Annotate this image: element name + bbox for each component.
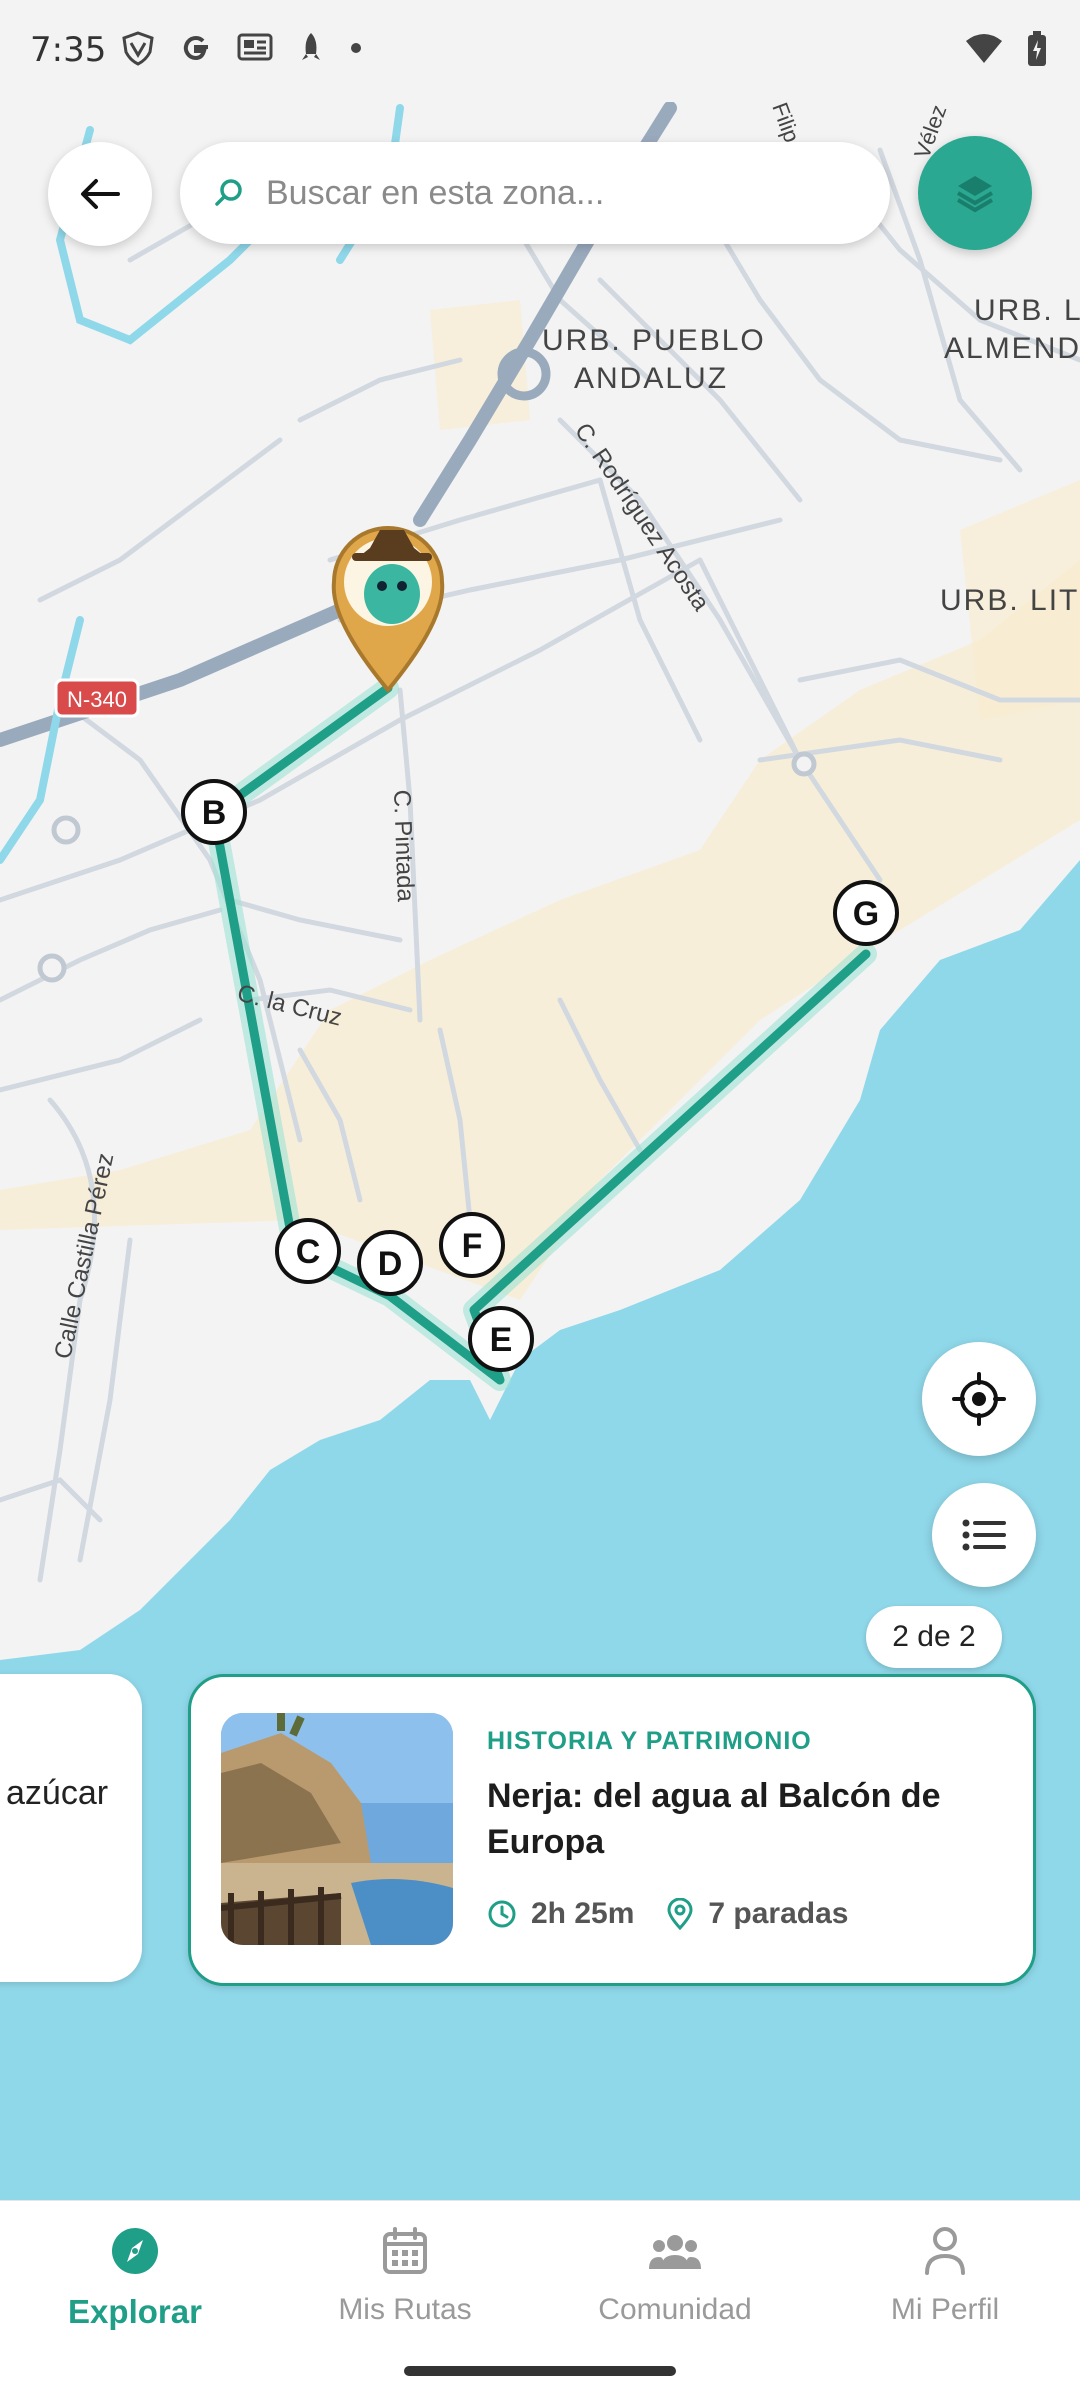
nav-explorar[interactable]: Explorar bbox=[0, 2221, 270, 2351]
stop-marker-g[interactable]: G bbox=[833, 880, 899, 946]
nav-label-mis-rutas: Mis Rutas bbox=[338, 2293, 472, 2326]
route-card-current[interactable]: HISTORIA Y PATRIMONIO Nerja: del agua al… bbox=[188, 1674, 1036, 1986]
previous-card-title: azúcar bbox=[6, 1774, 109, 1812]
route-duration: 2h 25m bbox=[531, 1897, 635, 1930]
map-label-andaluz: ANDALUZ bbox=[574, 362, 728, 395]
notification-icons bbox=[120, 30, 364, 66]
route-card-previous[interactable]: azúcar bbox=[0, 1674, 142, 1982]
route-photo bbox=[221, 1713, 453, 1945]
stop-marker-e[interactable]: E bbox=[468, 1306, 534, 1372]
nav-mi-perfil[interactable]: Mi Perfil bbox=[810, 2221, 1080, 2351]
compass-icon bbox=[112, 2228, 158, 2274]
location-pin-icon bbox=[667, 1898, 693, 1930]
list-view-button[interactable] bbox=[932, 1483, 1036, 1587]
nav-label-mi-perfil: Mi Perfil bbox=[890, 2293, 1000, 2326]
svg-text:C: C bbox=[296, 1233, 321, 1271]
nav-comunidad[interactable]: Comunidad bbox=[540, 2221, 810, 2351]
battery-icon bbox=[1028, 31, 1046, 66]
nav-label-comunidad: Comunidad bbox=[598, 2293, 752, 2326]
stop-marker-c[interactable]: C bbox=[275, 1218, 341, 1284]
route-category: HISTORIA Y PATRIMONIO bbox=[487, 1727, 812, 1755]
route-stops-count: 7 paradas bbox=[708, 1897, 849, 1930]
arrow-left-icon bbox=[81, 179, 120, 209]
clock-icon bbox=[488, 1900, 516, 1928]
back-button[interactable] bbox=[48, 142, 152, 246]
svg-text:D: D bbox=[378, 1245, 403, 1283]
wifi-icon bbox=[966, 34, 1002, 63]
map-label-almend: ALMEND bbox=[944, 332, 1080, 365]
news-icon bbox=[237, 33, 273, 61]
calendar-icon bbox=[383, 2227, 427, 2274]
map-label-urb-lit: URB. LIT bbox=[940, 584, 1079, 617]
search-input[interactable]: Buscar en esta zona... bbox=[266, 174, 604, 213]
google-icon bbox=[183, 36, 208, 61]
search-icon bbox=[215, 179, 242, 206]
route-meta: 2h 25m 7 paradas bbox=[487, 1897, 848, 1931]
svg-text:B: B bbox=[202, 794, 227, 832]
svg-text:E: E bbox=[490, 1321, 513, 1359]
stop-marker-d[interactable]: D bbox=[357, 1230, 423, 1296]
nav-label-explorar: Explorar bbox=[68, 2293, 202, 2330]
person-icon bbox=[925, 2227, 965, 2275]
list-icon bbox=[962, 1519, 1006, 1551]
search-bar[interactable]: Buscar en esta zona... bbox=[180, 142, 890, 244]
dot-icon bbox=[351, 43, 361, 53]
status-time: 7:35 bbox=[30, 30, 107, 70]
system-icons bbox=[964, 30, 1048, 68]
shield-icon bbox=[122, 31, 154, 66]
crosshair-icon bbox=[952, 1372, 1006, 1426]
layers-button[interactable] bbox=[918, 136, 1032, 250]
pager-indicator: 2 de 2 bbox=[866, 1606, 1002, 1668]
my-location-button[interactable] bbox=[922, 1342, 1036, 1456]
road-badge-n340: N-340 bbox=[54, 678, 140, 718]
route-title: Nerja: del agua al Balcón de Europa bbox=[487, 1777, 941, 1861]
map-label-urb-pueblo: URB. PUEBLO bbox=[542, 324, 766, 357]
layers-icon bbox=[956, 176, 994, 213]
stop-marker-b[interactable]: B bbox=[181, 779, 247, 845]
people-icon bbox=[649, 2235, 701, 2269]
svg-text:F: F bbox=[462, 1227, 483, 1265]
nav-mis-rutas[interactable]: Mis Rutas bbox=[270, 2221, 540, 2351]
rocket-icon bbox=[302, 33, 320, 60]
stop-marker-f[interactable]: F bbox=[439, 1212, 505, 1278]
svg-text:N-340: N-340 bbox=[67, 687, 127, 712]
street-label-pintada: C. Pintada bbox=[388, 789, 419, 903]
map-label-urb-l: URB. L bbox=[974, 294, 1080, 327]
status-bar: 7:35 bbox=[0, 0, 1080, 102]
home-indicator[interactable] bbox=[404, 2366, 676, 2376]
svg-text:G: G bbox=[853, 895, 879, 933]
